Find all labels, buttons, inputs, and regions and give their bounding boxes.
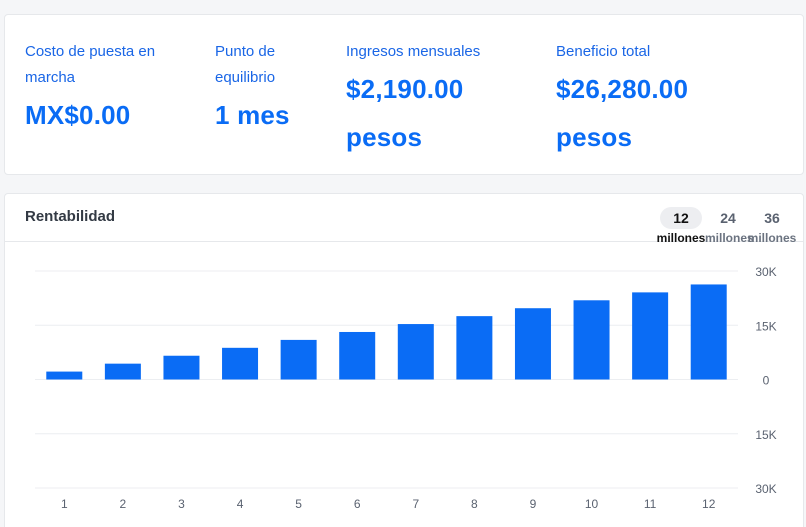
y-tick-label: 15K bbox=[755, 319, 776, 333]
bar[interactable] bbox=[573, 300, 610, 380]
profitability-bar-chart: 1 2 3 4 5 6 7 8 9 10 11 12 30K15K015K30K bbox=[35, 265, 777, 511]
x-tick-label: 9 bbox=[530, 497, 537, 511]
range-tab-number: 12 bbox=[660, 207, 702, 229]
x-tick-label: 7 bbox=[412, 497, 419, 511]
metric-value: MX$0.00 bbox=[25, 100, 131, 130]
metric-value: $2,190.00 pesos bbox=[346, 74, 464, 152]
x-tick-label: 3 bbox=[178, 497, 185, 511]
x-tick-label: 11 bbox=[644, 497, 657, 511]
metric-value: 1 mes bbox=[215, 100, 290, 130]
x-tick-label: 8 bbox=[471, 497, 478, 511]
bar[interactable] bbox=[397, 324, 434, 380]
summary-card: Costo de puesta en marcha MX$0.00 Punto … bbox=[4, 14, 804, 175]
range-tab-number: 36 bbox=[764, 210, 780, 226]
chart-title: Rentabilidad bbox=[25, 208, 116, 225]
bar[interactable] bbox=[456, 316, 493, 380]
metric-break-even: Punto de equilibrio 1 mes bbox=[215, 39, 325, 139]
metric-label: Ingresos mensuales bbox=[346, 43, 481, 60]
x-axis-ticks: 1 2 3 4 5 6 7 8 9 10 11 12 bbox=[61, 497, 716, 511]
metric-total-profit: Beneficio total $26,280.00 pesos bbox=[556, 39, 756, 161]
y-axis-ticks: 30K 15K 0 15K 30K bbox=[755, 265, 776, 496]
x-tick-label: 10 bbox=[585, 497, 599, 511]
bar[interactable] bbox=[104, 363, 141, 380]
bar[interactable] bbox=[46, 371, 83, 380]
bar[interactable] bbox=[222, 347, 259, 380]
bar[interactable] bbox=[690, 284, 727, 380]
metric-monthly-income: Ingresos mensuales $2,190.00 pesos bbox=[346, 39, 536, 161]
metric-label: Beneficio total bbox=[556, 43, 651, 60]
metric-value: $26,280.00 pesos bbox=[556, 74, 689, 152]
x-tick-label: 2 bbox=[120, 497, 127, 511]
y-tick-label: 0 bbox=[763, 374, 770, 388]
x-tick-label: 1 bbox=[61, 497, 68, 511]
x-tick-label: 12 bbox=[702, 497, 716, 511]
bar[interactable] bbox=[632, 292, 669, 380]
bar[interactable] bbox=[514, 308, 551, 380]
y-tick-label: 30K bbox=[755, 265, 776, 279]
metric-label: Punto de equilibrio bbox=[215, 43, 276, 86]
bar[interactable] bbox=[339, 331, 376, 380]
range-tab-number: 24 bbox=[720, 210, 736, 226]
metric-startup-cost: Costo de puesta en marcha MX$0.00 bbox=[25, 39, 195, 139]
bar[interactable] bbox=[280, 339, 317, 380]
x-tick-label: 5 bbox=[295, 497, 302, 511]
x-tick-label: 4 bbox=[237, 497, 244, 511]
x-tick-label: 6 bbox=[354, 497, 361, 511]
bars bbox=[46, 284, 727, 380]
y-tick-label: 15K bbox=[755, 428, 776, 442]
metric-label: Costo de puesta en marcha bbox=[25, 43, 156, 86]
bar[interactable] bbox=[163, 355, 200, 380]
y-tick-label: 30K bbox=[755, 482, 776, 496]
